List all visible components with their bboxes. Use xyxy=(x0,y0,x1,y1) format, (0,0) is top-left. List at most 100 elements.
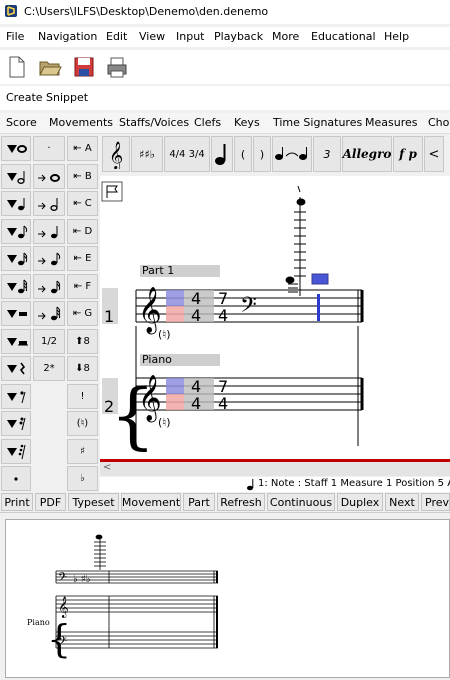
insert-half-note-button[interactable] xyxy=(33,191,65,216)
horizontal-scrollbar[interactable]: < xyxy=(100,462,450,476)
menu-educational[interactable]: Educational xyxy=(311,30,376,43)
menu-more[interactable]: More xyxy=(272,30,299,43)
insert-note-a-button[interactable]: ⇤ A xyxy=(67,136,98,161)
thirty-second-rest-button[interactable] xyxy=(1,439,31,464)
note-duration-icon[interactable] xyxy=(211,136,233,172)
insert-whole-note-button[interactable] xyxy=(33,164,65,189)
dynamic-button[interactable]: f p xyxy=(393,136,423,172)
create-snippet-button[interactable]: Create Snippet xyxy=(6,91,88,104)
title-bar: C:\Users\ILFS\Desktop\Denemo\den.denemo xyxy=(0,0,450,24)
eighth-rest-button[interactable] xyxy=(1,384,31,409)
dot-button[interactable] xyxy=(1,466,31,491)
movement-button[interactable]: Movement xyxy=(121,493,181,511)
sixteenth-rest-button[interactable] xyxy=(1,411,31,436)
flatten-button[interactable]: ♭ xyxy=(67,466,98,491)
selection-highlight xyxy=(166,394,184,410)
whole-rest-button[interactable] xyxy=(1,301,31,326)
tie-button[interactable] xyxy=(272,136,312,172)
save-icon[interactable] xyxy=(72,54,96,80)
sharpen-button[interactable]: ♯ xyxy=(67,439,98,464)
tab-clefs[interactable]: Clefs xyxy=(194,116,221,129)
staff2-name[interactable]: Piano xyxy=(142,353,172,366)
open-folder-icon[interactable] xyxy=(38,54,62,80)
insert-note-f-button[interactable]: ⇤ F xyxy=(67,274,98,299)
refresh-button[interactable]: Refresh xyxy=(217,493,265,511)
note-letter-g: G xyxy=(84,308,93,319)
insert-eighth-note-button[interactable] xyxy=(33,246,65,271)
staff1-number[interactable]: 1 xyxy=(104,307,114,326)
time-signature-button[interactable]: 4/4 3/4 xyxy=(164,136,210,172)
natural-button[interactable]: (♮) xyxy=(67,411,98,436)
note-letter-a: A xyxy=(84,143,92,154)
part-button[interactable]: Part xyxy=(183,493,215,511)
continuous-button[interactable]: Continuous xyxy=(267,493,335,511)
sixteenth-note-button[interactable] xyxy=(1,246,31,271)
half-note-button[interactable] xyxy=(1,164,31,189)
quarter-note-button[interactable] xyxy=(1,191,31,216)
open-slur-button[interactable]: ( xyxy=(234,136,252,172)
pdf-button[interactable]: PDF xyxy=(35,493,66,511)
key-signature-button[interactable]: ♯♯♭ xyxy=(131,136,163,172)
menu-edit[interactable]: Edit xyxy=(106,30,127,43)
selection-highlight xyxy=(166,378,184,394)
menu-file[interactable]: File xyxy=(6,30,24,43)
crescendo-button[interactable]: < xyxy=(424,136,444,172)
eighth-note-button[interactable] xyxy=(1,219,31,244)
quarter-rest-button[interactable] xyxy=(1,356,31,381)
scroll-left-icon[interactable]: < xyxy=(103,462,111,473)
insert-note-c-button[interactable]: ⇤ C xyxy=(67,191,98,216)
next-button[interactable]: Next xyxy=(385,493,419,511)
insert-arrow-icon: ⇤ xyxy=(73,198,82,209)
octave-up-button[interactable]: ⬆ 8 xyxy=(67,329,98,354)
new-file-icon[interactable] xyxy=(4,54,28,80)
menu-input[interactable]: Input xyxy=(176,30,204,43)
tuplet-button[interactable]: 3 xyxy=(313,136,341,172)
insert-note-d-button[interactable]: ⇤ D xyxy=(67,219,98,244)
menu-help[interactable]: Help xyxy=(384,30,409,43)
tab-keys[interactable]: Keys xyxy=(234,116,260,129)
previous-button[interactable]: Previ xyxy=(421,493,450,511)
typeset-button[interactable]: Typeset xyxy=(68,493,119,511)
insert-note-b-button[interactable]: ⇤ B xyxy=(67,164,98,189)
thirty-second-note-button[interactable] xyxy=(1,274,31,299)
print-icon[interactable] xyxy=(105,54,129,80)
movement-flag-icon[interactable] xyxy=(101,181,123,202)
treble-clef-button[interactable]: 𝄞 xyxy=(102,136,130,172)
close-slur-button[interactable]: ) xyxy=(253,136,271,172)
duplex-button[interactable]: Duplex xyxy=(337,493,383,511)
print-preview[interactable]: 𝄢 ♭ ♯♭ 𝄞 𝄢 { Piano xyxy=(5,519,450,678)
tempo-marking-button[interactable]: Allegro xyxy=(342,136,392,172)
tab-chords[interactable]: Chor xyxy=(428,116,450,129)
octave-down-button[interactable]: ⬇ 8 xyxy=(67,356,98,381)
status-bar: 1: Note : Staff 1 Measure 1 Position 5 A… xyxy=(100,477,450,492)
tab-measures[interactable]: Measures xyxy=(365,116,417,129)
insert-note-g-button[interactable]: ⇤ G xyxy=(67,301,98,326)
half-rest-button[interactable] xyxy=(1,329,31,354)
toggle-cautionary-button[interactable]: ! xyxy=(67,384,98,409)
augmentation-dot-button[interactable]: · xyxy=(33,136,65,161)
menu-view[interactable]: View xyxy=(139,30,165,43)
insert-arrow-icon: ⇤ xyxy=(73,281,83,292)
insert-arrow-icon: ⇤ xyxy=(72,308,82,319)
double-duration-button[interactable]: 2* xyxy=(33,356,65,381)
whole-note-button[interactable] xyxy=(1,136,31,161)
preview-bass-clef: 𝄢 xyxy=(58,571,67,587)
tab-time-signatures[interactable]: Time Signatures xyxy=(273,116,362,129)
note-letter-b: B xyxy=(84,171,92,182)
preview-piano-staves xyxy=(55,595,218,649)
staff1-name[interactable]: Part 1 xyxy=(142,264,174,277)
insert-thirty-second-note-button[interactable] xyxy=(33,301,65,326)
main-toolbar xyxy=(0,50,450,84)
halve-duration-button[interactable]: 1/2 xyxy=(33,329,65,354)
print-button[interactable]: Print xyxy=(1,493,33,511)
insert-note-e-button[interactable]: ⇤ E xyxy=(67,246,98,271)
insert-sixteenth-note-button[interactable] xyxy=(33,274,65,299)
menu-playback[interactable]: Playback xyxy=(214,30,263,43)
selection-highlight xyxy=(166,290,184,306)
insert-quarter-note-button[interactable] xyxy=(33,219,65,244)
tab-movements[interactable]: Movements xyxy=(49,116,113,129)
score-view[interactable]: Part 1 1 𝄞 4 4 7 4 (♮) 𝄢 Piano 2 {𝄞 4 4… xyxy=(100,176,450,460)
menu-navigation[interactable]: Navigation xyxy=(38,30,97,43)
tab-staffs-voices[interactable]: Staffs/Voices xyxy=(119,116,189,129)
tab-score[interactable]: Score xyxy=(6,116,37,129)
